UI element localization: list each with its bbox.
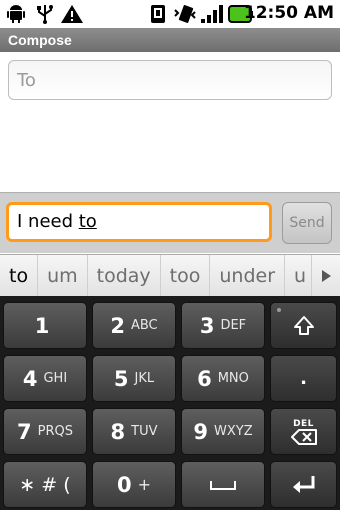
shift-key[interactable] [270,302,337,349]
key-2[interactable]: 2 ABC [92,302,176,349]
space-icon [210,480,236,490]
key-3[interactable]: 3 DEF [181,302,265,349]
page-title: Compose [0,28,340,52]
shift-indicator [277,308,281,312]
suggestion-item[interactable]: too [161,255,211,297]
suggestion-item[interactable]: under [210,255,286,297]
delete-label: DEL [293,418,314,429]
key-1[interactable]: 1 [3,302,87,349]
message-composing-word: to [78,211,97,232]
shift-icon [293,315,314,335]
suggestion-item[interactable]: um [38,255,88,297]
message-input[interactable]: I need to [6,202,272,242]
to-field[interactable]: To [8,60,332,100]
suggestion-strip: to um today too under u [0,254,340,297]
warning-icon [61,5,83,23]
enter-icon [292,475,314,493]
compose-bar: I need to Send [0,192,340,253]
key-9[interactable]: 9 WXYZ [181,408,265,455]
usb-icon [37,5,53,24]
message-text: I need [17,211,79,232]
signal-icon [201,5,223,23]
play-arrow-icon [322,270,331,282]
sim-icon [151,5,165,23]
android-icon [7,5,25,23]
key-8[interactable]: 8 TUV [92,408,176,455]
backspace-icon [290,428,317,445]
more-suggestions-button[interactable] [311,255,340,297]
key-6[interactable]: 6 MNO [181,355,265,402]
period-key[interactable]: . [270,355,337,402]
vibrate-icon [174,5,196,23]
enter-key[interactable] [270,461,337,508]
key-4[interactable]: 4 GHI [3,355,87,402]
keyboard: 1 2 ABC 3 DEF 4 GHI 5 JKL 6 MNO . 7 PRQS 8 TUV … [0,296,340,510]
space-key[interactable] [181,461,265,508]
send-button[interactable]: Send [282,202,332,244]
key-5[interactable]: 5 JKL [92,355,176,402]
symbols-key[interactable]: ∗ # ( [3,461,87,508]
clock: 12:50 AM [243,3,334,23]
suggestion-item[interactable]: today [88,255,161,297]
key-0[interactable]: 0 + [92,461,176,508]
key-7[interactable]: 7 PRQS [3,408,87,455]
status-bar: 12:50 AM [0,0,340,28]
delete-key[interactable]: DEL [270,408,337,455]
suggestion-item[interactable]: to [0,255,39,297]
